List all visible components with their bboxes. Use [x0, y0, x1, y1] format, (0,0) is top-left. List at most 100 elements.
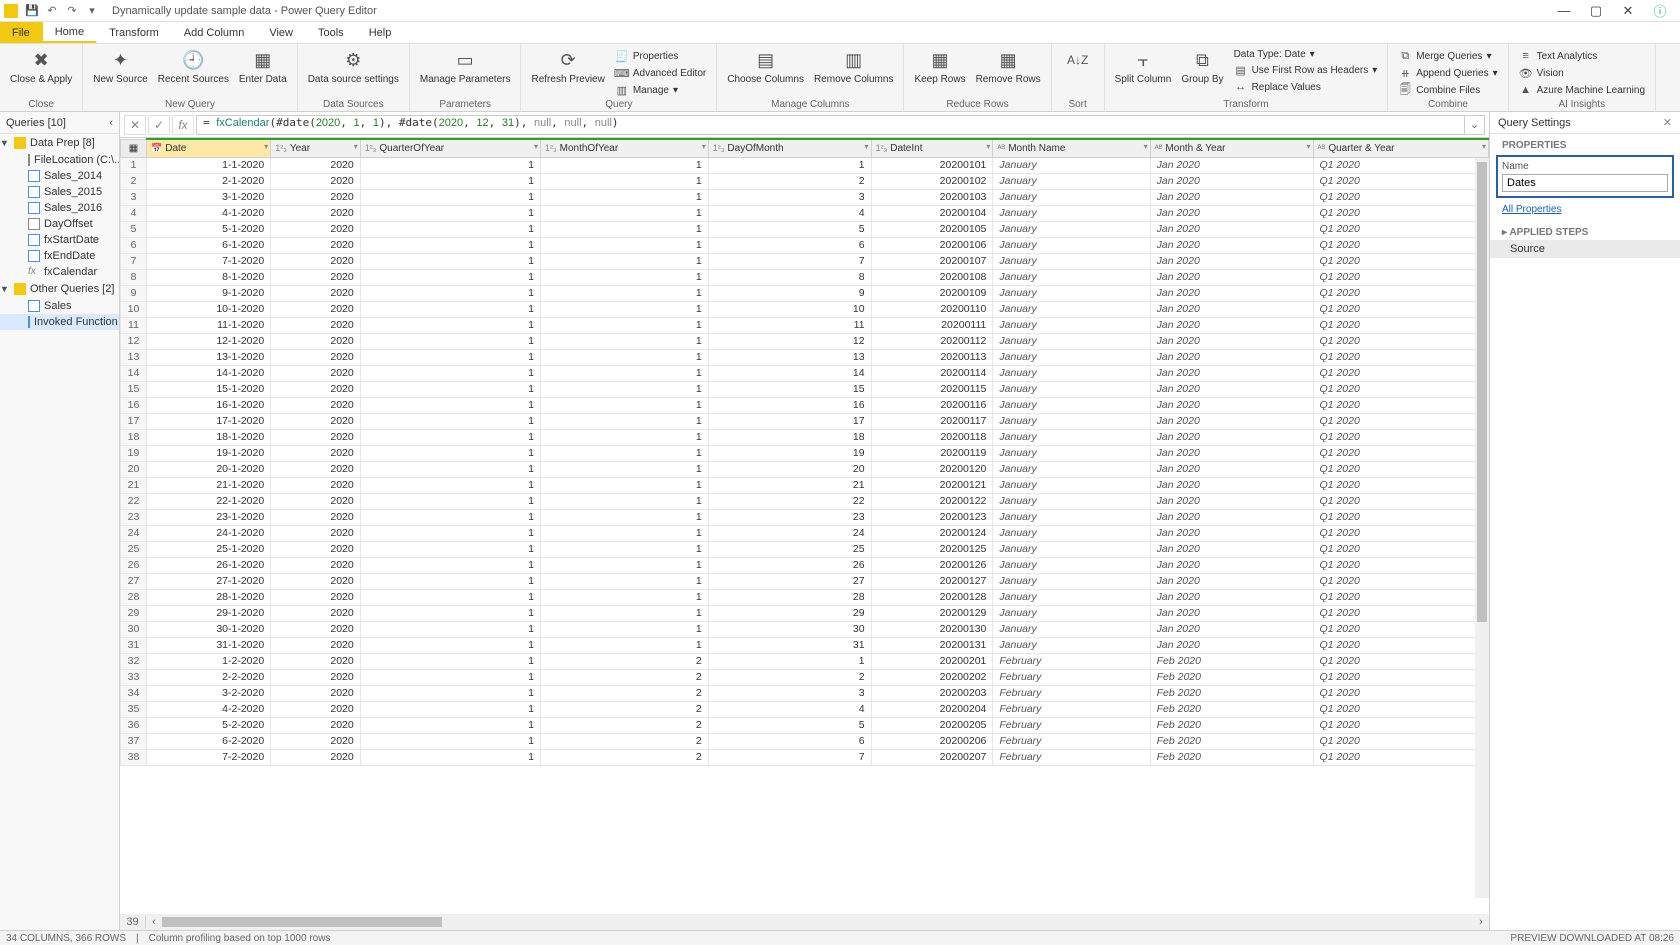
- query-item[interactable]: Sales_2014: [0, 168, 119, 184]
- query-item[interactable]: fxStartDate: [0, 232, 119, 248]
- cell[interactable]: 19-1-2020: [147, 445, 271, 461]
- cell[interactable]: Jan 2020: [1150, 157, 1313, 173]
- cell[interactable]: Q1 2020: [1313, 685, 1488, 701]
- cell[interactable]: 20200109: [871, 285, 993, 301]
- cell[interactable]: 20200123: [871, 509, 993, 525]
- cell[interactable]: 2020: [271, 381, 361, 397]
- advanced-editor-button[interactable]: ⌨Advanced Editor: [611, 65, 710, 81]
- cell[interactable]: 20200106: [871, 237, 993, 253]
- cell[interactable]: 1: [360, 317, 540, 333]
- cell[interactable]: Q1 2020: [1313, 541, 1488, 557]
- cell[interactable]: 20200128: [871, 589, 993, 605]
- cell[interactable]: Jan 2020: [1150, 557, 1313, 573]
- combine-files-button[interactable]: 🗐Combine Files: [1394, 82, 1501, 98]
- row-number[interactable]: 8: [121, 269, 147, 285]
- cell[interactable]: 6: [708, 237, 871, 253]
- row-number[interactable]: 14: [121, 365, 147, 381]
- cell[interactable]: January: [993, 541, 1150, 557]
- cell[interactable]: 2: [540, 685, 708, 701]
- cell[interactable]: 20200125: [871, 541, 993, 557]
- cell[interactable]: 2020: [271, 525, 361, 541]
- row-number[interactable]: 20: [121, 461, 147, 477]
- filter-icon[interactable]: ▾: [1482, 142, 1486, 151]
- cell[interactable]: January: [993, 589, 1150, 605]
- cell[interactable]: 1: [360, 397, 540, 413]
- keep-rows-button[interactable]: ▦Keep Rows: [910, 46, 969, 87]
- cell[interactable]: Q1 2020: [1313, 637, 1488, 653]
- cell[interactable]: 1: [360, 701, 540, 717]
- cell[interactable]: 22-1-2020: [147, 493, 271, 509]
- cell[interactable]: 7-2-2020: [147, 749, 271, 765]
- cell[interactable]: 2020: [271, 173, 361, 189]
- cell[interactable]: 2020: [271, 285, 361, 301]
- row-number[interactable]: 23: [121, 509, 147, 525]
- cell[interactable]: 21-1-2020: [147, 477, 271, 493]
- cell[interactable]: January: [993, 605, 1150, 621]
- merge-queries-button[interactable]: ⧉Merge Queries ▾: [1394, 48, 1501, 64]
- qat-dropdown-icon[interactable]: ▾: [83, 2, 101, 20]
- data-type-button[interactable]: Data Type: Date ▾: [1230, 48, 1382, 61]
- column-header[interactable]: 1²₃DateInt▾: [871, 139, 993, 157]
- filter-icon[interactable]: ▾: [534, 142, 538, 151]
- cell[interactable]: 1: [360, 605, 540, 621]
- tab-view[interactable]: View: [257, 22, 306, 43]
- cell[interactable]: Feb 2020: [1150, 733, 1313, 749]
- horizontal-scrollbar[interactable]: 39 ‹ ›: [120, 914, 1489, 930]
- cell[interactable]: 11-1-2020: [147, 317, 271, 333]
- cell[interactable]: 2020: [271, 365, 361, 381]
- cell[interactable]: 20200112: [871, 333, 993, 349]
- cell[interactable]: 1: [540, 157, 708, 173]
- row-number[interactable]: 12: [121, 333, 147, 349]
- row-number[interactable]: 28: [121, 589, 147, 605]
- cell[interactable]: January: [993, 557, 1150, 573]
- cell[interactable]: 8: [708, 269, 871, 285]
- row-number[interactable]: 7: [121, 253, 147, 269]
- cell[interactable]: 3: [708, 685, 871, 701]
- query-group[interactable]: Other Queries [2]: [0, 280, 119, 298]
- cell[interactable]: 26-1-2020: [147, 557, 271, 573]
- row-number[interactable]: 29: [121, 605, 147, 621]
- query-item[interactable]: FileLocation (C:\...: [0, 152, 119, 168]
- cell[interactable]: January: [993, 525, 1150, 541]
- cell[interactable]: 1: [360, 557, 540, 573]
- cell[interactable]: 25: [708, 541, 871, 557]
- cell[interactable]: 1: [360, 381, 540, 397]
- row-number[interactable]: 13: [121, 349, 147, 365]
- cell[interactable]: 14: [708, 365, 871, 381]
- cell[interactable]: 1: [540, 397, 708, 413]
- cell[interactable]: 5: [708, 717, 871, 733]
- remove-columns-button[interactable]: ▥Remove Columns: [810, 46, 897, 87]
- cell[interactable]: 30: [708, 621, 871, 637]
- cell[interactable]: 20200130: [871, 621, 993, 637]
- query-group[interactable]: Data Prep [8]: [0, 134, 119, 152]
- cell[interactable]: 1: [540, 221, 708, 237]
- cell[interactable]: 9: [708, 285, 871, 301]
- cell[interactable]: 9-1-2020: [147, 285, 271, 301]
- first-row-headers-button[interactable]: ▤Use First Row as Headers ▾: [1230, 62, 1382, 78]
- cell[interactable]: 1: [360, 669, 540, 685]
- cell[interactable]: Feb 2020: [1150, 685, 1313, 701]
- cell[interactable]: Q1 2020: [1313, 477, 1488, 493]
- cell[interactable]: Q1 2020: [1313, 381, 1488, 397]
- cell[interactable]: 1: [540, 189, 708, 205]
- cell[interactable]: 2020: [271, 557, 361, 573]
- filter-icon[interactable]: ▾: [986, 142, 990, 151]
- cell[interactable]: January: [993, 445, 1150, 461]
- row-number[interactable]: 5: [121, 221, 147, 237]
- cell[interactable]: Jan 2020: [1150, 461, 1313, 477]
- cell[interactable]: Q1 2020: [1313, 285, 1488, 301]
- cell[interactable]: 25-1-2020: [147, 541, 271, 557]
- sort-asc-button[interactable]: A↓Z: [1058, 46, 1098, 74]
- cell[interactable]: 20200131: [871, 637, 993, 653]
- cell[interactable]: Q1 2020: [1313, 653, 1488, 669]
- cell[interactable]: February: [993, 717, 1150, 733]
- cell[interactable]: 2020: [271, 621, 361, 637]
- cell[interactable]: 1: [360, 221, 540, 237]
- cell[interactable]: Jan 2020: [1150, 253, 1313, 269]
- cell[interactable]: Jan 2020: [1150, 573, 1313, 589]
- cell[interactable]: 1: [540, 205, 708, 221]
- cell[interactable]: 2020: [271, 637, 361, 653]
- formula-cancel-icon[interactable]: ✕: [124, 115, 146, 135]
- cell[interactable]: 8-1-2020: [147, 269, 271, 285]
- cell[interactable]: 2020: [271, 349, 361, 365]
